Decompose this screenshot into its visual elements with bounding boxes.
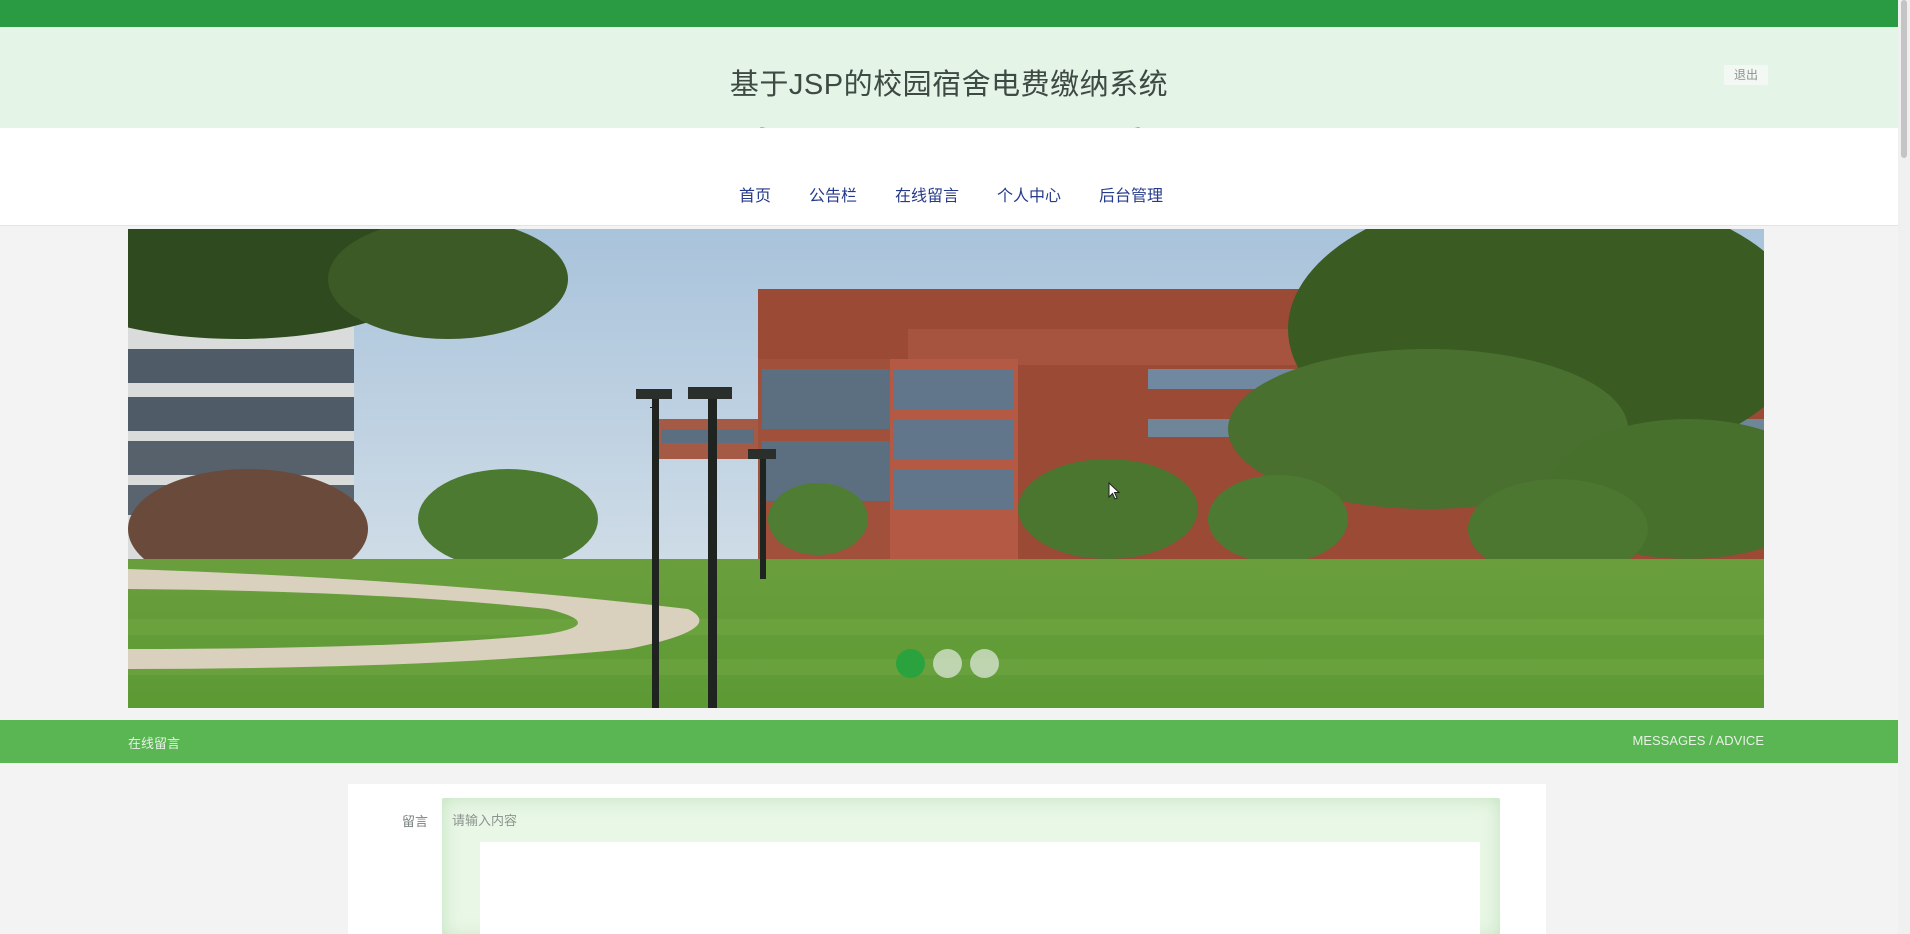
carousel-dot-3[interactable] [970,649,999,678]
nav-items: 首页 公告栏 在线留言 个人中心 后台管理 [4,182,1898,235]
nav-item-admin[interactable]: 后台管理 [1080,182,1182,206]
section-title: 在线留言 [128,736,181,751]
page-scrollbar[interactable] [1898,0,1910,934]
banner-carousel[interactable] [128,229,1764,708]
top-accent-strip [0,0,1898,27]
message-textarea[interactable] [452,810,1462,930]
nav-item-messages[interactable]: 在线留言 [875,182,979,235]
site-header: 基于JSP的校园宿舍电费缴纳系统 退出 [0,27,1898,129]
main-nav: 首页 公告栏 在线留言 个人中心 后台管理 [0,128,1898,235]
scrollbar-thumb[interactable] [1901,0,1907,158]
page: 基于JSP的校园宿舍电费缴纳系统 退出 首页 公告栏 在线留言 个人中心 后台管… [0,0,1910,934]
message-form: 留言 [348,784,1546,934]
message-label: 留言 [402,814,429,829]
nav-item-notices[interactable]: 公告栏 [790,182,876,206]
mouse-cursor-icon [1108,482,1120,500]
section-subtitle-en: MESSAGES / ADVICE [1632,733,1765,748]
section-header-bar: 在线留言 MESSAGES / ADVICE [0,720,1898,763]
carousel-dot-1[interactable] [896,649,925,678]
carousel-dot-2[interactable] [933,649,962,678]
nav-item-profile[interactable]: 个人中心 [978,182,1080,206]
message-input-wrapper [442,798,1500,934]
site-title: 基于JSP的校园宿舍电费缴纳系统 [729,69,1169,101]
banner-image [128,229,1764,708]
carousel-dots [896,649,999,678]
nav-item-home[interactable]: 首页 [720,182,790,206]
logout-button[interactable]: 退出 [1724,65,1768,85]
